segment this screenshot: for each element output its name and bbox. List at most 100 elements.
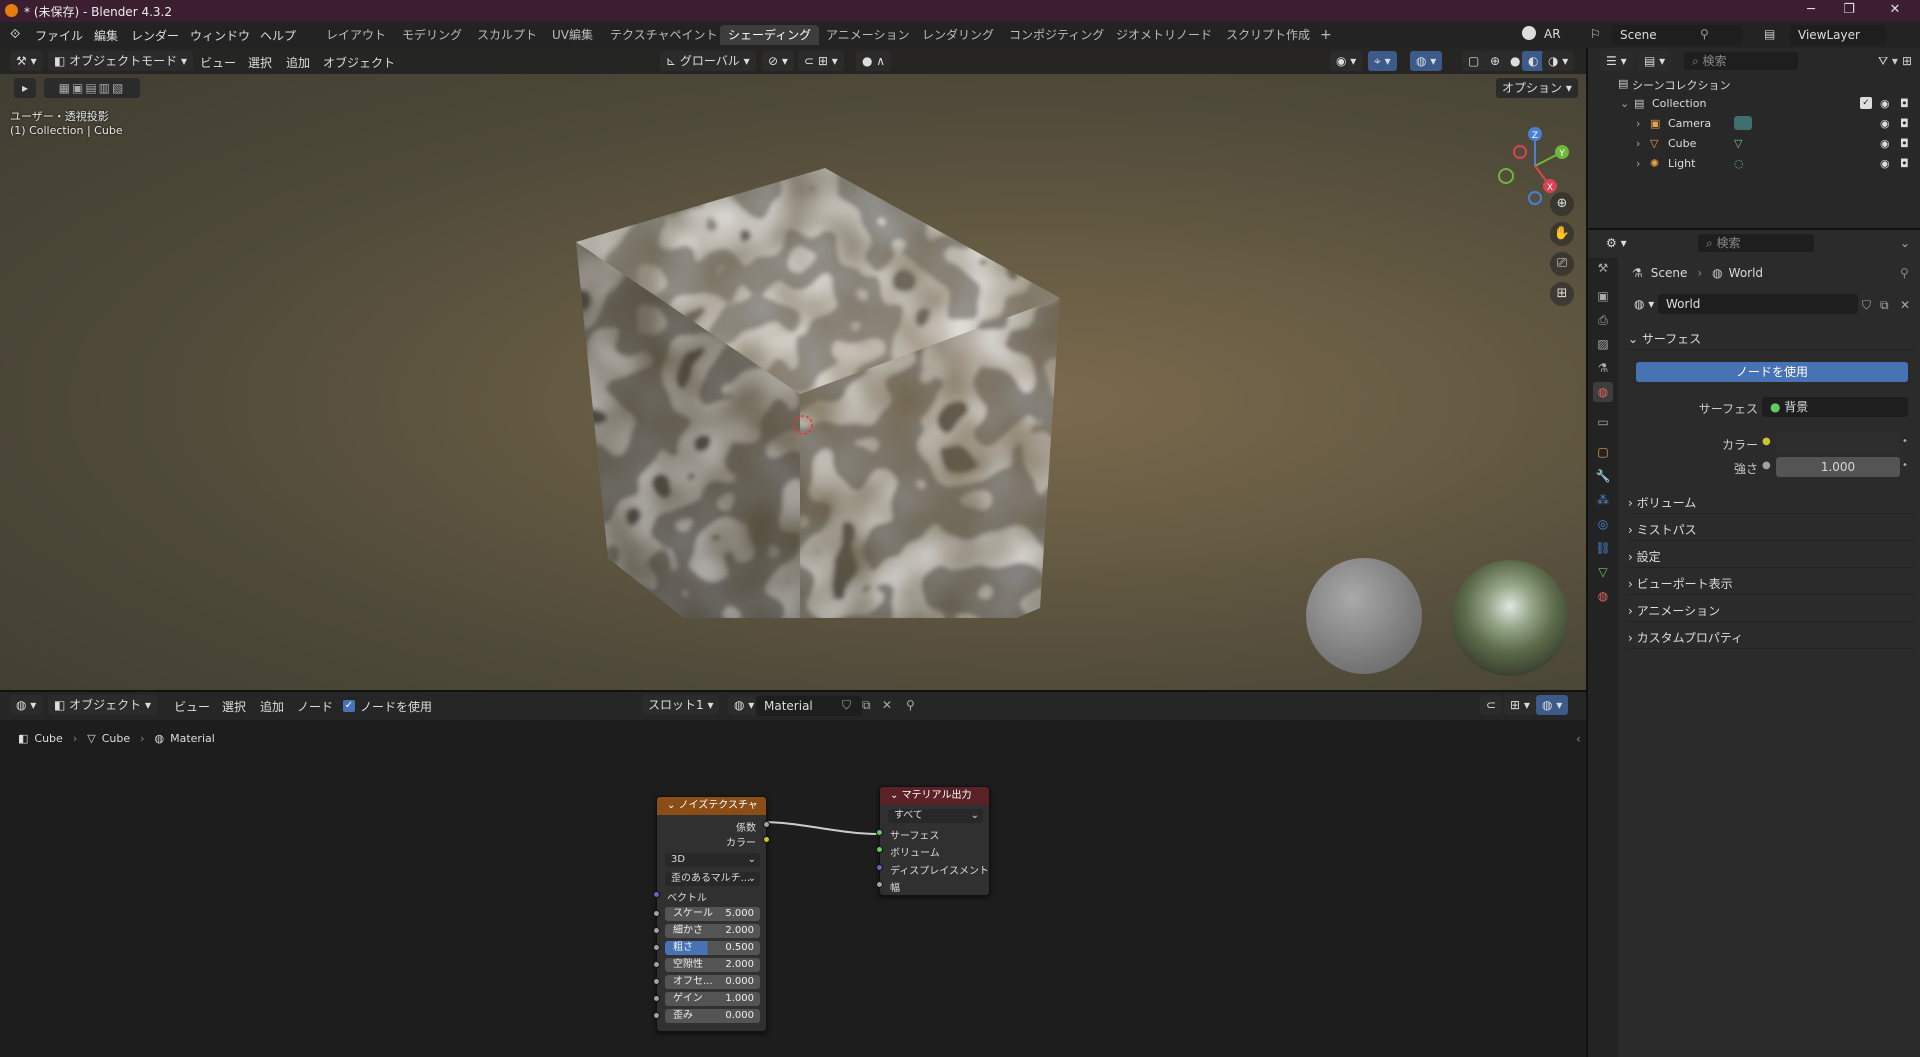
world-browse-icon[interactable]: ◍ ▾	[1628, 294, 1661, 314]
breadcrumb-material[interactable]: Material	[170, 732, 215, 745]
snap-node-icon[interactable]: ⊂	[1480, 695, 1503, 715]
xray-icon[interactable]: ▢	[1462, 51, 1486, 71]
gain-slider[interactable]: ゲイン 1.000	[665, 992, 760, 1006]
tab-uv-editing[interactable]: UV編集	[544, 25, 601, 45]
tab-geometry-nodes[interactable]: ジオメトリノード	[1108, 25, 1220, 45]
outliner-item-camera[interactable]: › ▣ Camera ◉ ◘	[1588, 114, 1920, 134]
input-detail-socket[interactable]	[653, 927, 660, 934]
collection-checkbox[interactable]: ✓	[1860, 97, 1872, 109]
editor-type-button[interactable]: ⚒ ▾	[10, 51, 43, 71]
select-box-tool-icon[interactable]: ▸	[14, 78, 36, 98]
expand-chevron-icon[interactable]: ›	[1636, 117, 1640, 130]
input-vector-socket[interactable]	[653, 891, 660, 898]
camera-visibility-icon[interactable]: ◉	[1880, 117, 1890, 130]
tab-sculpt[interactable]: スカルプト	[469, 25, 545, 45]
cube-visibility-icon[interactable]: ◉	[1880, 137, 1890, 150]
node-overlay-icon[interactable]: ◍ ▾	[1536, 695, 1569, 715]
viewport-menu-view[interactable]: ビュー	[200, 54, 236, 71]
restore-button[interactable]: ❐	[1834, 2, 1864, 20]
cube-object[interactable]	[560, 138, 1080, 618]
viewport-display-section-header[interactable]: › ビューポート表示	[1628, 573, 1914, 595]
menu-file[interactable]: ファイル	[35, 27, 83, 44]
menu-window[interactable]: ウィンドウ	[190, 27, 250, 44]
input-roughness-socket[interactable]	[653, 944, 660, 951]
transform-orientation-selector[interactable]: ⊾ グローバル ▾	[660, 51, 756, 71]
strength-field[interactable]: 1.000	[1776, 457, 1900, 477]
lacunarity-slider[interactable]: 空隙性 2.000	[665, 958, 760, 972]
input-gain-socket[interactable]	[653, 995, 660, 1002]
expand-chevron-icon[interactable]: ›	[1636, 157, 1640, 170]
color-keyframe-icon[interactable]: •	[1902, 436, 1908, 447]
offset-slider[interactable]: オフセ... 0.000	[665, 975, 760, 989]
fake-user-shield-icon[interactable]: ⛉	[842, 698, 851, 713]
gizmo-icon[interactable]: ⌖ ▾	[1368, 51, 1397, 71]
noise-type-dropdown[interactable]: 歪のあるマルチ... ⌄	[665, 872, 760, 886]
collection-render-icon[interactable]: ◘	[1900, 97, 1909, 110]
scene-selector[interactable]: Scene	[1612, 25, 1742, 45]
roughness-slider[interactable]: 粗さ 0.500	[665, 941, 760, 955]
input-lacunarity-socket[interactable]	[653, 961, 660, 968]
camera-view-icon[interactable]: ⎚	[1550, 252, 1574, 276]
outliner-display-mode-icon[interactable]: ▤ ▾	[1638, 51, 1672, 71]
viewport-menu-add[interactable]: 追加	[286, 54, 310, 71]
input-scale-socket[interactable]	[653, 910, 660, 917]
menu-help[interactable]: ヘルプ	[260, 27, 296, 44]
breadcrumb-mesh[interactable]: Cube	[102, 732, 130, 745]
3d-viewport[interactable]: ⚒ ▾ ◧ オブジェクトモード ▾ ビュー 選択 追加 オブジェクト ⊾ グロー…	[0, 48, 1586, 690]
modifier-tab-icon[interactable]: 🔧	[1593, 466, 1613, 486]
output-tab-icon[interactable]: ⎙	[1593, 310, 1613, 330]
object-tab-icon[interactable]: ▢	[1593, 442, 1613, 462]
mist-pass-section-header[interactable]: › ミストパス	[1628, 519, 1914, 541]
ar-label[interactable]: AR	[1544, 27, 1561, 41]
outliner-scene-collection[interactable]: ▤ シーンコレクション	[1588, 74, 1920, 94]
output-fac-socket[interactable]	[763, 821, 770, 828]
options-button[interactable]: オプション ▾	[1496, 78, 1578, 98]
node-menu-add[interactable]: 追加	[260, 698, 284, 715]
zoom-icon[interactable]: ⊕	[1550, 192, 1574, 216]
pin-icon[interactable]: ⚲	[906, 698, 915, 712]
color-swatch[interactable]	[1776, 433, 1900, 453]
cube-render-icon[interactable]: ◘	[1900, 137, 1909, 150]
pan-hand-icon[interactable]: ✋	[1550, 222, 1574, 246]
close-button[interactable]: ✕	[1880, 2, 1910, 20]
noise-texture-node[interactable]: ⌄ ノイズテクスチャ 係数 カラー 3D ⌄ 歪のあるマルチ... ⌄ ベクトル ス…	[653, 796, 770, 1032]
distortion-slider[interactable]: 歪み 0.000	[665, 1009, 760, 1023]
world-name-field[interactable]: World	[1658, 294, 1858, 314]
use-nodes-button[interactable]: ノードを使用	[1636, 362, 1908, 382]
animation-section-header[interactable]: › アニメーション	[1628, 600, 1914, 622]
world-fake-user-icon[interactable]: ⛉	[1862, 298, 1871, 313]
node-editor-type-icon[interactable]: ◍ ▾	[10, 695, 43, 715]
physics-tab-icon[interactable]: ◎	[1593, 514, 1613, 534]
particles-tab-icon[interactable]: ⁂	[1593, 490, 1613, 510]
output-node-header[interactable]: ⌄ マテリアル出力	[880, 787, 989, 805]
properties-pin-icon[interactable]: ⚲	[1900, 266, 1909, 280]
input-volume-socket[interactable]	[876, 846, 883, 853]
outliner-editor-type-icon[interactable]: ☰ ▾	[1600, 51, 1633, 71]
add-workspace-button[interactable]: +	[1312, 25, 1340, 45]
strength-keyframe-icon[interactable]: •	[1902, 460, 1908, 471]
data-tab-icon[interactable]: ▽	[1593, 562, 1613, 582]
expand-chevron-icon[interactable]: ›	[1636, 137, 1640, 150]
render-tab-icon[interactable]: ▣	[1593, 286, 1613, 306]
menu-render[interactable]: レンダー	[131, 27, 179, 44]
breadcrumb-world[interactable]: World	[1729, 266, 1763, 280]
settings-section-header[interactable]: › 設定	[1628, 546, 1914, 568]
node-object-selector[interactable]: ◧ オブジェクト ▾	[48, 695, 158, 715]
filter-icon[interactable]: ⛛ ▾	[1878, 54, 1898, 69]
slot-selector[interactable]: スロット1 ▾	[642, 695, 720, 715]
breadcrumb-scene[interactable]: Scene	[1651, 266, 1688, 280]
blender-menu-icon[interactable]: ⟐	[10, 27, 20, 42]
node-menu-view[interactable]: ビュー	[174, 698, 210, 715]
node-menu-node[interactable]: ノード	[297, 698, 333, 715]
shader-node-editor[interactable]: ◍ ▾ ◧ オブジェクト ▾ ビュー 選択 追加 ノード ✓ ノードを使用 スロ…	[0, 690, 1586, 1057]
tab-compositing[interactable]: コンポジティング	[1001, 25, 1112, 45]
grid-view-icon[interactable]: ⊞	[1550, 282, 1574, 306]
outliner-item-light[interactable]: › ✺ Light ◌ ◉ ◘	[1588, 154, 1920, 174]
mode-selector[interactable]: ◧ オブジェクトモード ▾	[48, 51, 194, 71]
tab-texture-paint[interactable]: テクスチャペイント	[602, 25, 726, 45]
tab-modeling[interactable]: モデリング	[394, 25, 470, 45]
scale-slider[interactable]: スケール 5.000	[665, 907, 760, 921]
input-thickness-socket[interactable]	[876, 881, 883, 888]
shading-wireframe-icon[interactable]: ⊕	[1484, 51, 1507, 71]
collection-tab-icon[interactable]: ▭	[1593, 412, 1613, 432]
